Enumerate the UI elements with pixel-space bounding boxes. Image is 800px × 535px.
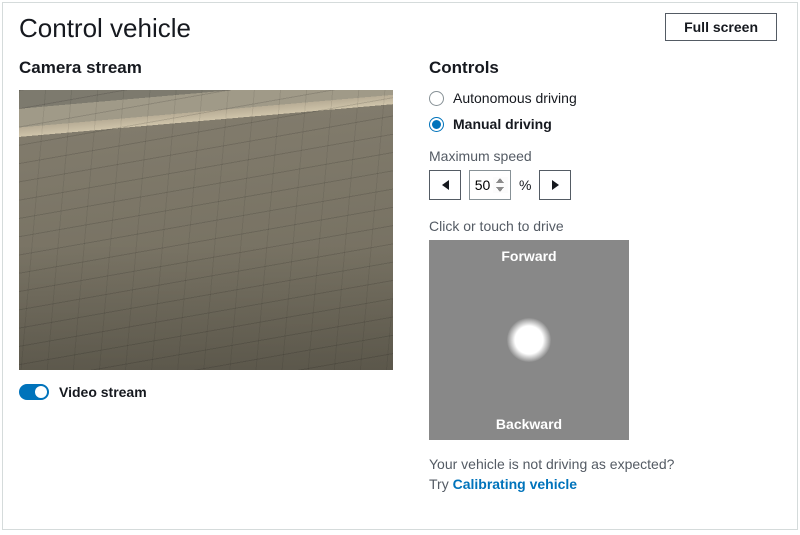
calibration-help-row: Try Calibrating vehicle	[429, 476, 781, 492]
video-stream-toggle-label: Video stream	[59, 384, 147, 400]
maximum-speed-control: %	[429, 170, 781, 200]
panel-header: Control vehicle Full screen	[3, 3, 797, 48]
speed-decrease-button[interactable]	[429, 170, 461, 200]
drive-touchpad[interactable]: Forward Backward	[429, 240, 629, 440]
camera-stream-section: Camera stream Video stream	[19, 58, 393, 492]
video-stream-toggle[interactable]	[19, 384, 49, 400]
manual-driving-label: Manual driving	[453, 116, 552, 132]
drive-pad-backward-label: Backward	[429, 416, 629, 432]
full-screen-button[interactable]: Full screen	[665, 13, 777, 41]
triangle-right-icon	[552, 180, 559, 190]
speed-input[interactable]	[469, 170, 511, 200]
calibration-try-prefix: Try	[429, 476, 453, 492]
drive-pad-hint: Click or touch to drive	[429, 218, 781, 234]
radio-off-icon	[429, 91, 444, 106]
autonomous-driving-label: Autonomous driving	[453, 90, 577, 106]
content-row: Camera stream Video stream Controls Auto…	[3, 48, 797, 504]
video-stream-toggle-row: Video stream	[19, 384, 393, 400]
controls-title: Controls	[429, 58, 781, 78]
driving-mode-group: Autonomous driving Manual driving	[429, 90, 781, 132]
manual-driving-radio[interactable]: Manual driving	[429, 116, 781, 132]
calibration-help-question: Your vehicle is not driving as expected?	[429, 456, 781, 472]
maximum-speed-label: Maximum speed	[429, 148, 781, 164]
controls-section: Controls Autonomous driving Manual drivi…	[429, 58, 781, 492]
calibrating-vehicle-link[interactable]: Calibrating vehicle	[453, 476, 577, 492]
autonomous-driving-radio[interactable]: Autonomous driving	[429, 90, 781, 106]
speed-increase-button[interactable]	[539, 170, 571, 200]
speed-unit: %	[519, 177, 531, 193]
camera-stream-title: Camera stream	[19, 58, 393, 78]
page-title: Control vehicle	[19, 13, 191, 44]
triangle-left-icon	[442, 180, 449, 190]
camera-stream-view	[19, 90, 393, 370]
drive-pad-forward-label: Forward	[429, 248, 629, 264]
control-vehicle-panel: Control vehicle Full screen Camera strea…	[2, 2, 798, 530]
drive-pad-cursor-icon	[507, 318, 551, 362]
radio-on-icon	[429, 117, 444, 132]
